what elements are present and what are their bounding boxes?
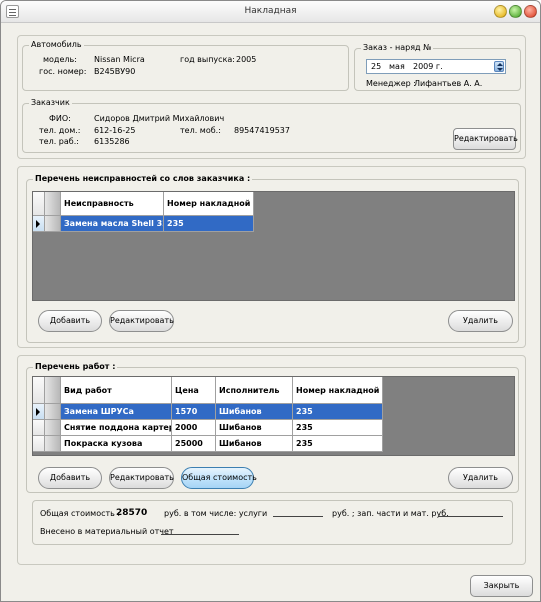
- year-value: 2005: [236, 55, 257, 64]
- work-invoice-cell[interactable]: 235: [293, 420, 383, 436]
- works-total-button[interactable]: Общая стоимость: [181, 467, 257, 489]
- plate-label: гос. номер:: [39, 67, 87, 76]
- executor-cell[interactable]: Шибанов: [216, 404, 293, 420]
- work-cell[interactable]: Замена ШРУСа: [61, 404, 172, 420]
- works-delete-button[interactable]: Удалить: [448, 467, 513, 489]
- report-underline: [161, 534, 239, 535]
- faults-add-button[interactable]: Добавить: [38, 310, 102, 332]
- row-stripe: [45, 436, 61, 452]
- row-stripe: [45, 404, 61, 420]
- mobile-phone-value: 89547419537: [234, 126, 290, 135]
- fio-label: ФИО:: [49, 114, 71, 123]
- faults-col-fault[interactable]: Неисправность: [61, 192, 164, 216]
- row-stripe: [45, 420, 61, 436]
- works-add-button[interactable]: Добавить: [38, 467, 102, 489]
- fault-invoice-cell[interactable]: 235: [164, 216, 254, 232]
- works-col-executor[interactable]: Исполнитель: [216, 377, 293, 404]
- works-grid[interactable]: Вид работ Цена Исполнитель Номер накладн…: [32, 376, 515, 456]
- home-phone-label: тел. дом.:: [39, 126, 81, 135]
- faults-legend: Перечень неисправностей со слов заказчик…: [33, 174, 253, 184]
- faults-corner-cell: [33, 192, 45, 216]
- year-label: год выпуска:: [180, 55, 235, 64]
- work-cell[interactable]: Покраска кузова: [61, 436, 172, 452]
- works-row[interactable]: Снятие поддона картера 2000 Шибанов 235: [33, 420, 383, 436]
- work-phone-label: тел. раб.:: [39, 137, 79, 146]
- services-text: руб. в том числе: услуги: [164, 509, 268, 518]
- faults-edit-button[interactable]: Редактировать: [109, 310, 174, 332]
- faults-header-stripe: [45, 192, 61, 216]
- price-cell[interactable]: 1570: [172, 404, 216, 420]
- current-row-arrow-icon: [36, 220, 40, 228]
- works-legend: Перечень работ :: [33, 362, 118, 372]
- work-cell[interactable]: Снятие поддона картера: [61, 420, 172, 436]
- manager-label: Менеджер :: [366, 79, 416, 88]
- date-day: 25: [371, 62, 382, 71]
- current-row-arrow-icon: [36, 408, 40, 416]
- services-underline: [273, 516, 323, 517]
- edit-customer-button[interactable]: Редактировать: [453, 128, 518, 150]
- works-col-work[interactable]: Вид работ: [61, 377, 172, 404]
- works-col-price[interactable]: Цена: [172, 377, 216, 404]
- row-selector[interactable]: [33, 436, 45, 452]
- faults-header-row: Неисправность Номер накладной: [33, 192, 254, 216]
- works-corner-cell: [33, 377, 45, 404]
- total-value: 28570: [116, 508, 148, 518]
- customer-legend: Заказчик: [29, 98, 72, 108]
- row-selector[interactable]: [33, 404, 45, 420]
- report-text: Внесено в материальный отчет: [40, 527, 174, 536]
- model-label: модель:: [43, 55, 77, 64]
- parts-text: руб. ; зап. части и мат. руб.: [332, 509, 449, 518]
- minimize-button[interactable]: [494, 5, 507, 18]
- works-col-invoice[interactable]: Номер накладной: [293, 377, 383, 404]
- vehicle-legend: Автомобиль: [29, 40, 84, 50]
- maximize-button[interactable]: [509, 5, 522, 18]
- order-date-picker[interactable]: 25 мая 2009 г.: [366, 59, 506, 74]
- order-legend: Заказ - наряд №: [361, 43, 434, 53]
- faults-grid[interactable]: Неисправность Номер накладной Замена мас…: [32, 191, 515, 301]
- home-phone-value: 612-16-25: [94, 126, 136, 135]
- works-header-stripe: [45, 377, 61, 404]
- faults-delete-button[interactable]: Удалить: [448, 310, 513, 332]
- close-button[interactable]: Закрыть: [470, 575, 533, 597]
- price-cell[interactable]: 25000: [172, 436, 216, 452]
- summary-group: [32, 500, 513, 545]
- row-stripe: [45, 216, 61, 232]
- price-cell[interactable]: 2000: [172, 420, 216, 436]
- manager-value: Лифантьев А. А.: [414, 79, 483, 88]
- fio-value: Сидоров Дмитрий Михайлович: [94, 114, 225, 123]
- model-value: Nissan Micra: [94, 55, 145, 64]
- close-window-button[interactable]: [524, 5, 537, 18]
- total-label: Общая стоимость :: [40, 509, 121, 518]
- works-row[interactable]: Замена ШРУСа 1570 Шибанов 235: [33, 404, 383, 420]
- invoice-window: Накладная Автомобиль модель: Nissan Micr…: [0, 0, 541, 602]
- window-title: Накладная: [244, 6, 297, 16]
- fault-cell[interactable]: Замена масла Shell 32: [61, 216, 164, 232]
- works-row[interactable]: Покраска кузова 25000 Шибанов 235: [33, 436, 383, 452]
- work-invoice-cell[interactable]: 235: [293, 436, 383, 452]
- work-invoice-cell[interactable]: 235: [293, 404, 383, 420]
- plate-value: В245ВУ90: [94, 67, 136, 76]
- mobile-phone-label: тел. моб.:: [180, 126, 221, 135]
- date-year: 2009 г.: [413, 62, 443, 71]
- title-bar: Накладная: [1, 1, 540, 23]
- date-spin-icon[interactable]: [494, 61, 504, 72]
- work-phone-value: 6135286: [94, 137, 130, 146]
- works-header-row: Вид работ Цена Исполнитель Номер накладн…: [33, 377, 383, 404]
- executor-cell[interactable]: Шибанов: [216, 420, 293, 436]
- faults-col-invoice[interactable]: Номер накладной: [164, 192, 254, 216]
- date-month: мая: [389, 62, 405, 71]
- parts-underline: [438, 516, 503, 517]
- faults-row[interactable]: Замена масла Shell 32 235: [33, 216, 254, 232]
- row-selector[interactable]: [33, 216, 45, 232]
- works-edit-button[interactable]: Редактировать: [109, 467, 174, 489]
- executor-cell[interactable]: Шибанов: [216, 436, 293, 452]
- row-selector[interactable]: [33, 420, 45, 436]
